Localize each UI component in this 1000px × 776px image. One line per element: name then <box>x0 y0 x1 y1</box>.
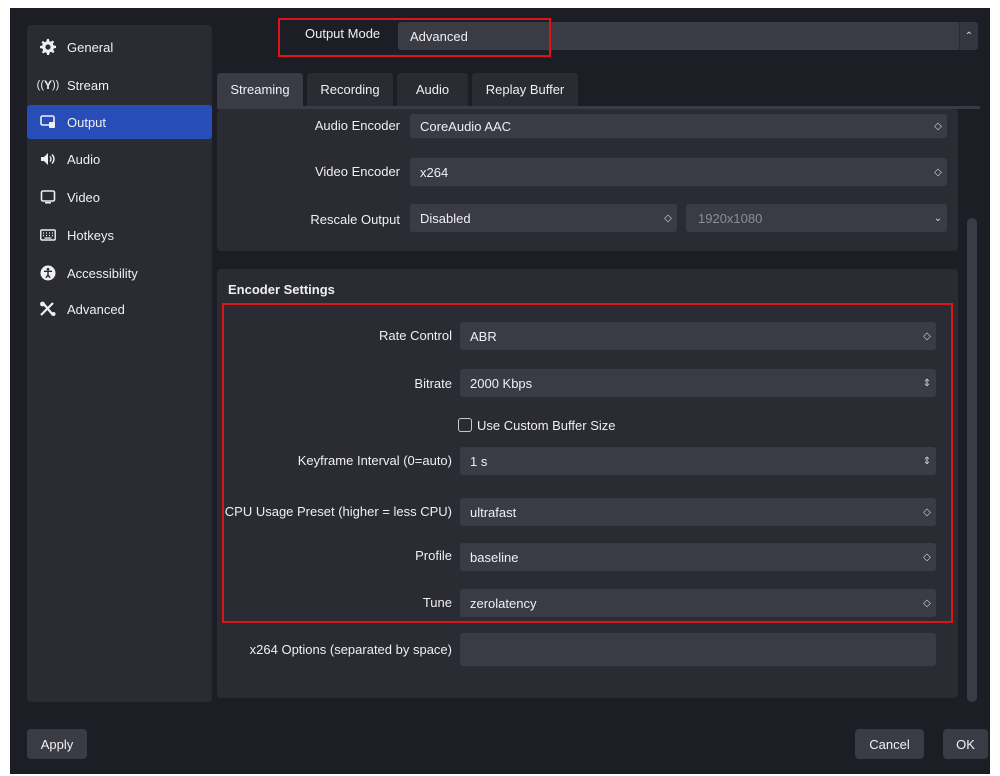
keyframe-interval-spinbox[interactable]: 1 s ⇕ <box>460 447 936 475</box>
apply-button[interactable]: Apply <box>27 729 87 759</box>
chevron-down-icon: ⌄ <box>933 212 943 224</box>
rate-control-select[interactable]: ABR ◇ <box>460 322 936 350</box>
select-spinner-icon: ◇ <box>923 330 931 342</box>
sidebar-item-hotkeys[interactable]: Hotkeys <box>27 218 212 252</box>
custom-buffer-checkbox[interactable] <box>458 418 472 432</box>
audio-encoder-value: CoreAudio AAC <box>420 118 512 134</box>
sidebar-item-label: Output <box>67 114 107 130</box>
video-encoder-value: x264 <box>420 164 449 180</box>
sidebar-item-advanced[interactable]: Advanced <box>27 292 212 326</box>
stepper-arrows-icon: ⇕ <box>922 377 932 389</box>
sidebar-item-label: Stream <box>67 77 109 93</box>
rescale-resolution-select[interactable]: 1920x1080 ⌄ <box>686 204 947 232</box>
output-mode-value: Advanced <box>410 28 468 44</box>
settings-sidebar: General ((Y)) Stream Output Audio Video … <box>27 25 212 702</box>
sidebar-item-output[interactable]: Output <box>27 105 212 139</box>
profile-label: Profile <box>415 548 452 563</box>
sidebar-item-video[interactable]: Video <box>27 180 212 214</box>
select-spinner-icon: ◇ <box>923 506 931 518</box>
settings-scrollbar[interactable] <box>967 218 977 702</box>
output-icon <box>39 113 57 131</box>
rescale-output-label: Rescale Output <box>310 212 400 227</box>
profile-select[interactable]: baseline ◇ <box>460 543 936 571</box>
keyboard-icon <box>39 226 57 244</box>
speaker-icon <box>39 150 57 168</box>
tab-audio[interactable]: Audio <box>397 73 468 106</box>
sidebar-item-audio[interactable]: Audio <box>27 142 212 176</box>
sidebar-item-accessibility[interactable]: Accessibility <box>27 256 212 290</box>
antenna-icon: ((Y)) <box>36 78 60 92</box>
bitrate-value: 2000 Kbps <box>470 375 533 391</box>
custom-buffer-label: Use Custom Buffer Size <box>477 418 616 433</box>
tab-replay-buffer[interactable]: Replay Buffer <box>472 73 578 106</box>
sidebar-item-general[interactable]: General <box>27 30 212 64</box>
tune-label: Tune <box>422 595 452 610</box>
select-spinner-icon: ◇ <box>923 551 931 563</box>
rescale-output-value: Disabled <box>420 210 471 226</box>
select-spinner-icon: ◇ <box>664 212 672 224</box>
audio-encoder-label: Audio Encoder <box>314 118 400 133</box>
video-encoder-select[interactable]: x264 ◇ <box>410 158 947 186</box>
sidebar-item-label: General <box>67 39 114 55</box>
cancel-button[interactable]: Cancel <box>855 729 924 759</box>
sidebar-item-label: Video <box>67 189 101 205</box>
rate-control-value: ABR <box>470 328 497 344</box>
select-spinner-icon: ◇ <box>934 120 942 132</box>
sidebar-item-label: Advanced <box>67 301 125 317</box>
video-encoder-label: Video Encoder <box>314 164 400 179</box>
tools-icon <box>39 300 57 318</box>
tab-streaming[interactable]: Streaming <box>217 73 303 106</box>
cpu-preset-select[interactable]: ultrafast ◇ <box>460 498 936 526</box>
tune-value: zerolatency <box>470 595 537 611</box>
keyframe-interval-label: Keyframe Interval (0=auto) <box>297 453 452 468</box>
bitrate-spinbox[interactable]: 2000 Kbps ⇕ <box>460 369 936 397</box>
select-spinner-icon: ◇ <box>934 166 942 178</box>
sidebar-item-stream[interactable]: ((Y)) Stream <box>27 68 212 102</box>
sidebar-item-label: Hotkeys <box>67 227 114 243</box>
cpu-preset-value: ultrafast <box>470 504 517 520</box>
cpu-preset-label: CPU Usage Preset (higher = less CPU) <box>224 504 452 519</box>
ok-button[interactable]: OK <box>943 729 988 759</box>
audio-encoder-select[interactable]: CoreAudio AAC ◇ <box>410 114 947 138</box>
rescale-output-select[interactable]: Disabled ◇ <box>410 204 677 232</box>
keyframe-interval-value: 1 s <box>470 453 488 469</box>
x264-options-label: x264 Options (separated by space) <box>249 642 452 657</box>
bitrate-label: Bitrate <box>414 376 452 391</box>
x264-options-input[interactable] <box>460 633 936 666</box>
tune-select[interactable]: zerolatency ◇ <box>460 589 936 617</box>
rate-control-label: Rate Control <box>379 328 452 343</box>
rescale-resolution-value: 1920x1080 <box>698 210 763 226</box>
gear-icon <box>39 38 57 56</box>
select-spinner-icon: ⌃ <box>959 22 978 50</box>
sidebar-item-label: Audio <box>67 151 101 167</box>
select-spinner-icon: ◇ <box>923 597 931 609</box>
tab-recording[interactable]: Recording <box>307 73 393 106</box>
profile-value: baseline <box>470 549 519 565</box>
monitor-icon <box>39 188 57 206</box>
sidebar-item-label: Accessibility <box>67 265 138 281</box>
stepper-arrows-icon: ⇕ <box>922 455 932 467</box>
output-mode-label: Output Mode <box>305 26 381 41</box>
accessibility-icon <box>39 264 57 282</box>
output-mode-select[interactable]: Advanced ⌃ <box>398 22 978 50</box>
output-tabs: Streaming Recording Audio Replay Buffer <box>217 73 980 106</box>
encoder-settings-title: Encoder Settings <box>228 282 335 297</box>
